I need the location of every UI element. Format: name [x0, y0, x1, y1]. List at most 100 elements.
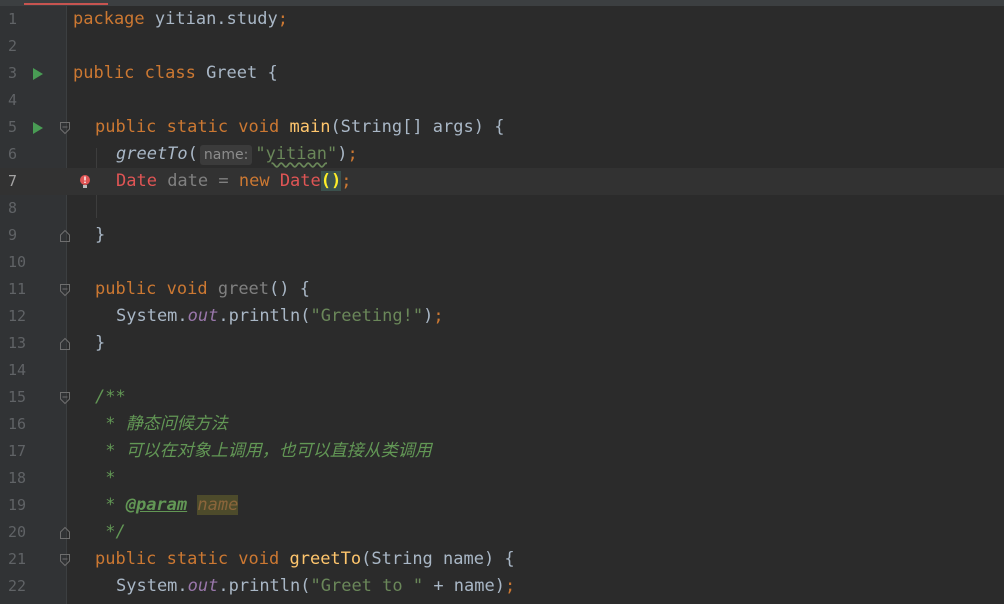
line-number: 13 [8, 334, 27, 352]
code-text[interactable]: * [95, 465, 115, 492]
javadoc-param-name: name [197, 495, 239, 515]
javadoc-text: * 静态问候方法 [95, 414, 228, 434]
line-number: 21 [8, 550, 27, 568]
code-line[interactable]: 4 [0, 87, 1004, 114]
line-number: 15 [8, 388, 27, 406]
code-line[interactable]: 11 public void greet() { [0, 276, 1004, 303]
code-editor[interactable]: 1 package yitian.study; 2 3 public class… [0, 6, 1004, 600]
variable-decl: date = [156, 171, 239, 191]
keyword: public class [73, 63, 196, 83]
method-call: .println( [218, 576, 311, 596]
semicolon: ; [341, 171, 352, 191]
code-text[interactable]: * @param name [95, 492, 239, 519]
keyword: public static void [95, 117, 280, 137]
code-line[interactable]: 15 /** [0, 384, 1004, 411]
run-gutter-icon[interactable] [30, 114, 46, 141]
keyword: public void [95, 279, 208, 299]
javadoc-start: /** [95, 387, 126, 407]
code-text[interactable]: public void greet() { [95, 276, 310, 303]
code-line[interactable]: 9 } [0, 222, 1004, 249]
line-number: 22 [8, 577, 27, 595]
code-text[interactable]: System.out.println("Greeting!"); [116, 303, 444, 330]
typo-squiggle: yitian [265, 144, 327, 164]
code-line[interactable]: 18 * [0, 465, 1004, 492]
code-line[interactable]: 3 public class Greet { [0, 60, 1004, 87]
method-call: .println( [218, 306, 311, 326]
string-literal: "Greet to " [310, 576, 424, 596]
brace: } [95, 333, 106, 353]
code-text[interactable]: public class Greet { [73, 60, 278, 87]
code-line[interactable]: 13 } [0, 330, 1004, 357]
code-line[interactable]: 12 System.out.println("Greeting!"); [0, 303, 1004, 330]
keyword: package [73, 9, 145, 29]
fold-end-icon[interactable] [58, 519, 72, 546]
code-text[interactable]: } [95, 330, 105, 357]
code-line[interactable]: 22 System.out.println("Greet to " + name… [0, 573, 1004, 600]
fold-end-icon[interactable] [58, 330, 72, 357]
line-number: 7 [8, 172, 18, 190]
line-number: 3 [8, 64, 18, 82]
fold-marker-icon[interactable] [58, 546, 72, 573]
line-number: 9 [8, 226, 18, 244]
javadoc-text: * 可以在对象上调用，也可以直接从类调用 [95, 441, 432, 461]
line-number: 12 [8, 307, 27, 325]
code-line[interactable]: 21 public static void greetTo(String nam… [0, 546, 1004, 573]
unresolved-type: Date [116, 171, 157, 191]
keyword: new [238, 171, 270, 191]
line-number: 2 [8, 37, 18, 55]
method-name: greetTo [289, 549, 362, 569]
active-tab-error-underline [24, 3, 108, 5]
concat-expression: + name) [423, 576, 505, 596]
line-number: 19 [8, 496, 27, 514]
code-text[interactable]: } [95, 222, 105, 249]
brace: } [95, 225, 106, 245]
code-text[interactable]: package yitian.study; [73, 6, 288, 33]
code-line[interactable]: 17 * 可以在对象上调用，也可以直接从类调用 [0, 438, 1004, 465]
error-bulb-icon[interactable] [78, 168, 92, 195]
quote: " [327, 144, 338, 164]
semicolon: ; [277, 9, 288, 29]
semicolon: ; [347, 144, 358, 164]
class-name: Greet { [195, 63, 278, 83]
string-literal: "Greeting!" [310, 306, 424, 326]
param-list: (String name) { [361, 549, 515, 569]
code-line[interactable]: 19 * @param name [0, 492, 1004, 519]
code-line[interactable]: 10 [0, 249, 1004, 276]
code-line[interactable]: 1 package yitian.study; [0, 6, 1004, 33]
method-name: main [289, 117, 331, 137]
line-number: 14 [8, 361, 27, 379]
line-number: 10 [8, 253, 27, 271]
code-text[interactable]: Date date = new Date(); [116, 168, 352, 195]
fold-end-icon[interactable] [58, 222, 72, 249]
code-line[interactable]: 2 [0, 33, 1004, 60]
code-text[interactable]: * 可以在对象上调用，也可以直接从类调用 [95, 438, 432, 465]
code-text[interactable]: */ [95, 519, 126, 546]
code-line[interactable]: 5 public static void main(String[] args)… [0, 114, 1004, 141]
code-text[interactable]: /** [95, 384, 126, 411]
code-line[interactable]: 16 * 静态问候方法 [0, 411, 1004, 438]
code-line[interactable]: 8 [0, 195, 1004, 222]
code-text[interactable]: public static void main(String[] args) { [95, 114, 504, 141]
param-list: () { [269, 279, 310, 299]
class-ref: System. [116, 576, 188, 596]
code-line[interactable]: 20 */ [0, 519, 1004, 546]
package-name: yitian.study [144, 9, 278, 29]
line-number: 1 [8, 10, 18, 28]
code-line[interactable]: 6 greetTo(name: "yitian"); [0, 141, 1004, 168]
javadoc-param-tag: @param [125, 495, 188, 515]
code-line[interactable]: 14 [0, 357, 1004, 384]
parameter-hint: name: [199, 145, 253, 165]
javadoc-star: * [95, 495, 126, 515]
code-text[interactable]: public static void greetTo(String name) … [95, 546, 515, 573]
code-line-current[interactable]: 7 Date date = new Date(); [0, 168, 1004, 195]
code-text[interactable]: * 静态问候方法 [95, 411, 228, 438]
code-text[interactable]: System.out.println("Greet to " + name); [116, 573, 515, 600]
fold-marker-icon[interactable] [58, 384, 72, 411]
code-text[interactable]: greetTo(name: "yitian"); [116, 141, 358, 168]
run-gutter-icon[interactable] [30, 60, 46, 87]
javadoc-end: */ [95, 522, 126, 542]
line-number: 18 [8, 469, 27, 487]
fold-marker-icon[interactable] [58, 276, 72, 303]
static-field: out [187, 306, 219, 326]
fold-marker-icon[interactable] [58, 114, 72, 141]
